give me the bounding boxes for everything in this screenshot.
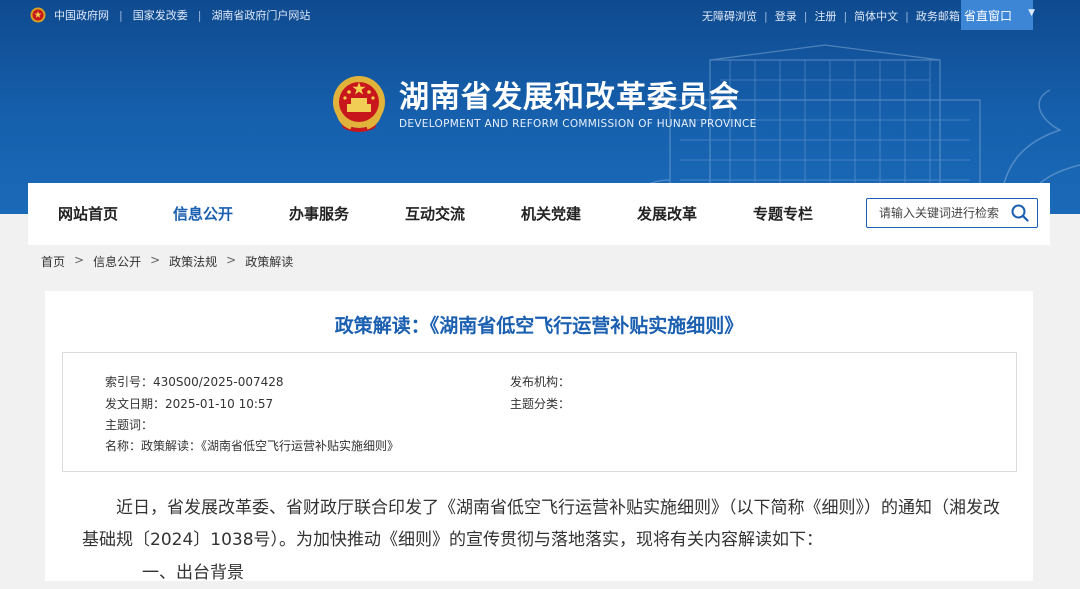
meta-publisher: 发布机构：: [510, 373, 570, 390]
breadcrumb-policy-interpretation[interactable]: 政策解读: [245, 253, 293, 270]
meta-name-label: 名称：: [105, 439, 142, 453]
meta-category: 主题分类：: [510, 395, 570, 412]
divider: |: [803, 9, 808, 23]
article-paragraph: 近日，省发展改革委、省财政厅联合印发了《湖南省低空飞行运营补贴实施细则》（以下简…: [82, 498, 1000, 550]
nav-info-disclosure[interactable]: 信息公开: [173, 183, 233, 245]
nav-development-reform[interactable]: 发展改革: [637, 183, 697, 245]
meta-date: 发文日期：2025-01-10 10:57: [105, 395, 273, 412]
divider: |: [764, 9, 768, 23]
chevron-down-icon: ▼: [1028, 8, 1035, 18]
search-box: [866, 198, 1038, 228]
article-panel: 政策解读：《湖南省低空飞行运营补贴实施细则》 索引号：430S00/2025-0…: [45, 291, 1033, 583]
site-name-en: DEVELOPMENT AND REFORM COMMISSION OF HUN…: [399, 118, 757, 130]
breadcrumb-separator: >: [150, 253, 161, 267]
meta-publisher-label: 发布机构：: [510, 375, 571, 389]
province-window-button[interactable]: 省直窗口 ▼: [961, 0, 1035, 30]
national-emblem-icon: [30, 7, 46, 23]
national-emblem-logo: [333, 76, 385, 132]
province-window-label: 省直窗口: [964, 8, 1013, 23]
link-ndrc[interactable]: 国家发改委: [133, 7, 188, 23]
meta-date-value: 2025-01-10 10:57: [165, 397, 274, 411]
search-input[interactable]: [877, 205, 1017, 221]
meta-index: 索引号：430S00/2025-007428: [105, 373, 284, 390]
divider: |: [197, 8, 202, 22]
link-hunan-portal[interactable]: 湖南省政府门户网站: [211, 7, 310, 23]
site-header: 中国政府网 | 国家发改委 | 湖南省政府门户网站 无障碍浏览 | 登录 | 注…: [0, 0, 1080, 214]
search-icon[interactable]: [1011, 204, 1029, 222]
nav-special-topics[interactable]: 专题专栏: [753, 183, 813, 245]
link-gov-mail[interactable]: 政务邮箱: [916, 8, 960, 24]
breadcrumb-policies[interactable]: 政策法规: [169, 253, 217, 270]
divider: |: [905, 9, 909, 23]
meta-keywords: 主题词：: [105, 416, 153, 433]
link-login[interactable]: 登录: [775, 8, 797, 24]
breadcrumb-separator: >: [226, 253, 237, 267]
article-body: 近日，省发展改革委、省财政厅联合印发了《湖南省低空飞行运营补贴实施细则》（以下简…: [82, 492, 1002, 583]
meta-category-label: 主题分类：: [510, 397, 571, 411]
breadcrumb: 首页 > 信息公开 > 政策法规 > 政策解读: [41, 253, 293, 270]
link-gov-cn[interactable]: 中国政府网: [54, 7, 109, 23]
breadcrumb-info-disclosure[interactable]: 信息公开: [93, 253, 141, 270]
meta-index-value: 430S00/2025-007428: [153, 375, 284, 389]
meta-date-label: 发文日期：: [105, 397, 166, 411]
main-navigation: 网站首页 信息公开 办事服务 互动交流 机关党建 发展改革 专题专栏: [28, 183, 1050, 245]
site-brand[interactable]: 湖南省发展和改革委员会 DEVELOPMENT AND REFORM COMMI…: [331, 74, 757, 136]
link-register[interactable]: 注册: [814, 8, 836, 24]
meta-name-value: 政策解读：《湖南省低空飞行运营补贴实施细则》: [141, 439, 400, 453]
breadcrumb-home[interactable]: 首页: [41, 253, 65, 270]
site-name-cn: 湖南省发展和改革委员会: [399, 80, 740, 115]
meta-index-label: 索引号：: [105, 375, 154, 389]
top-utility-bar: 中国政府网 | 国家发改委 | 湖南省政府门户网站 无障碍浏览 | 登录 | 注…: [0, 0, 1080, 30]
article-title: 政策解读：《湖南省低空飞行运营补贴实施细则》: [334, 315, 744, 337]
article-meta-box: 索引号：430S00/2025-007428 发布机构： 发文日期：2025-0…: [62, 352, 1017, 472]
link-accessibility[interactable]: 无障碍浏览: [702, 8, 757, 24]
link-simplified-chinese[interactable]: 简体中文: [854, 8, 898, 24]
divider: |: [119, 8, 123, 22]
divider: |: [843, 9, 848, 23]
nav-home[interactable]: 网站首页: [58, 183, 118, 245]
breadcrumb-separator: >: [74, 253, 85, 267]
meta-keywords-label: 主题词：: [105, 418, 154, 432]
nav-services[interactable]: 办事服务: [289, 183, 349, 245]
article-section-heading: 一、出台背景: [142, 563, 244, 583]
nav-party-building[interactable]: 机关党建: [521, 183, 581, 245]
nav-interaction[interactable]: 互动交流: [405, 183, 465, 245]
meta-name: 名称：政策解读：《湖南省低空飞行运营补贴实施细则》: [105, 437, 399, 454]
